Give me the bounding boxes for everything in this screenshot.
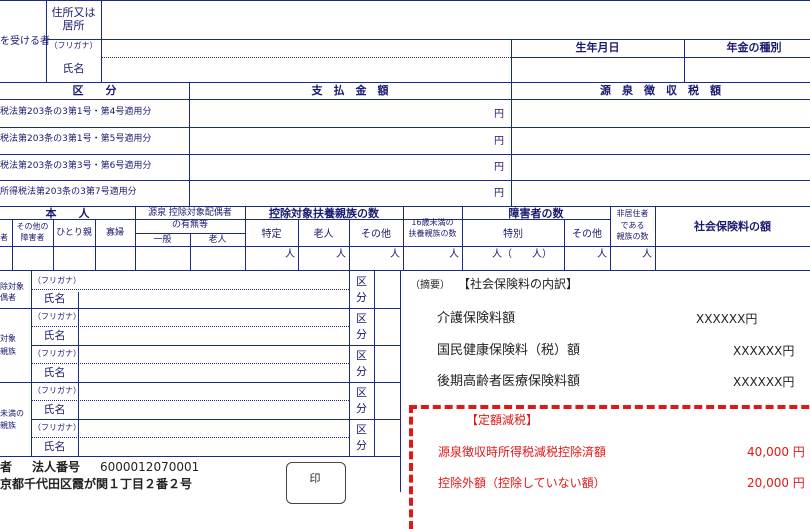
spouse-general: 一般 — [153, 235, 172, 245]
recipient-side-label: を受ける者 — [0, 36, 50, 47]
nonresident-header-2: である — [620, 221, 645, 230]
name-field[interactable] — [102, 58, 510, 81]
address-label: 住所又は — [51, 6, 96, 19]
amount-field[interactable] — [190, 100, 510, 126]
summary-label: （摘要） — [410, 280, 450, 291]
spouse-header-2: の有無等 — [171, 220, 208, 230]
yen-unit: 円 — [494, 162, 504, 173]
kubun-label: 区 — [356, 349, 367, 362]
kubun-label-2: 分 — [356, 439, 367, 452]
family-side-label: 未満の — [0, 409, 24, 418]
payment-row-label: 税法第203条の3第1号・第5号適用分 — [0, 134, 152, 144]
tax-header: 源 泉 徴 収 税 額 — [600, 84, 721, 97]
summary-item-value: XXXXXX円 — [733, 344, 795, 358]
dependents-specific: 特定 — [261, 229, 282, 240]
self-header: 本 人 — [45, 207, 90, 220]
name-label: 氏名 — [43, 292, 66, 305]
reduction-item-name: 源泉徴収時所得税減税控除済額 — [438, 445, 607, 459]
kubun-label-2: 分 — [356, 328, 367, 341]
corp-number: 6000012070001 — [100, 460, 200, 474]
social-insurance-header: 社会保険料の額 — [694, 220, 771, 233]
furigana-label: （フリガナ） — [33, 276, 81, 285]
furigana-label: （フリガナ） — [33, 312, 81, 321]
unit-person: 人 — [597, 249, 607, 260]
summary-item-name: 国民健康保険料（税）額 — [437, 343, 581, 358]
dependents-header: 控除対象扶養親族の数 — [269, 207, 379, 220]
disabled-other: その他 — [572, 229, 602, 240]
family-side-label: 偶者 — [0, 293, 16, 302]
pension-type-label: 年金の種別 — [726, 41, 782, 54]
summary-item-name: 後期高齢者医療保険料額 — [437, 374, 581, 389]
kubun-label-2: 分 — [356, 365, 367, 378]
nonresident-header-3: 親族の数 — [616, 232, 649, 241]
tax-field[interactable] — [512, 100, 808, 126]
reduction-item-value: 20,000 円 — [747, 476, 805, 490]
family-side-label: 親族 — [0, 347, 16, 356]
unit-person: 人 — [390, 249, 400, 260]
summary-item-value: XXXXXX円 — [733, 375, 795, 389]
self-col-3: ひとり親 — [56, 228, 92, 238]
summary-item-name: 介護保険料額 — [437, 311, 516, 326]
under-16-header: 16歳未満の — [411, 218, 454, 227]
unit-person: 人 — [336, 249, 346, 260]
kubun-label: 区 — [356, 275, 367, 288]
special-unit: 人（ 人） — [492, 249, 552, 260]
dependents-other: その他 — [361, 229, 391, 240]
amount-header: 支 払 金 額 — [311, 84, 389, 97]
corp-number-label: 法人番号 — [32, 460, 81, 474]
kubun-label: 区 — [356, 312, 367, 325]
spouse-header: 源泉 控除対象配偶者 — [148, 208, 232, 218]
name-label: 氏名 — [43, 403, 66, 416]
unit-person: 人 — [285, 249, 295, 260]
self-col-1: 者 — [0, 233, 8, 242]
summary-item-value: XXXXXX円 — [696, 312, 758, 326]
birthdate-label: 生年月日 — [575, 41, 620, 54]
spouse-elderly: 老人 — [208, 235, 227, 245]
furigana-label: （フリガナ） — [33, 423, 81, 432]
payer-label: 者 — [0, 460, 13, 474]
kubun-label-2: 分 — [356, 402, 367, 415]
disabled-special: 特別 — [503, 229, 523, 240]
family-side-label: 対象 — [0, 334, 16, 343]
self-col-4: 寡婦 — [105, 228, 124, 238]
category-header: 区 分 — [72, 84, 117, 97]
payment-row-label: 税法第203条の3第1号・第4号適用分 — [0, 107, 152, 117]
nonresident-header: 非居住者 — [616, 209, 649, 218]
name-label: 氏名 — [43, 329, 66, 342]
payer-address: 京都千代田区霞が関１丁目２番２号 — [0, 477, 193, 491]
payment-row-label: 税法第203条の3第3号・第6号適用分 — [0, 161, 152, 171]
kubun-label: 区 — [356, 423, 367, 436]
kubun-label: 区 — [356, 386, 367, 399]
self-col-2b: 障害者 — [20, 233, 45, 242]
reduction-title: 【定額減税】 — [466, 413, 539, 427]
name-label: 氏名 — [43, 366, 66, 379]
address-label-2: 居所 — [62, 19, 85, 32]
summary-title: 【社会保険料の内訳】 — [458, 277, 579, 291]
name-label: 氏名 — [62, 62, 85, 75]
reduction-item-name: 控除外額（控除していない額） — [438, 476, 606, 490]
yen-unit: 円 — [494, 188, 504, 199]
family-side-label: 除対象 — [0, 282, 24, 291]
dependents-elderly: 老人 — [313, 229, 334, 240]
payment-row-label: 所得税法第203条の3第7号適用分 — [0, 187, 137, 197]
furigana-label: （フリガナ） — [49, 41, 98, 50]
unit-person: 人 — [642, 249, 652, 260]
self-col-2: その他の — [16, 222, 49, 231]
reduction-item-value: 40,000 円 — [747, 445, 805, 459]
yen-unit: 円 — [494, 136, 504, 147]
furigana-label: （フリガナ） — [33, 386, 81, 395]
name-label: 氏名 — [43, 440, 66, 453]
stamp-label: 印 — [309, 472, 321, 485]
furigana-label: （フリガナ） — [33, 349, 81, 358]
kubun-label-2: 分 — [356, 291, 367, 304]
disabled-header: 障害者の数 — [508, 207, 564, 220]
under-16-header-2: 扶養親族の数 — [408, 229, 457, 238]
address-field[interactable] — [102, 1, 808, 38]
family-side-label: 親族 — [0, 421, 16, 430]
unit-person: 人 — [449, 249, 459, 260]
